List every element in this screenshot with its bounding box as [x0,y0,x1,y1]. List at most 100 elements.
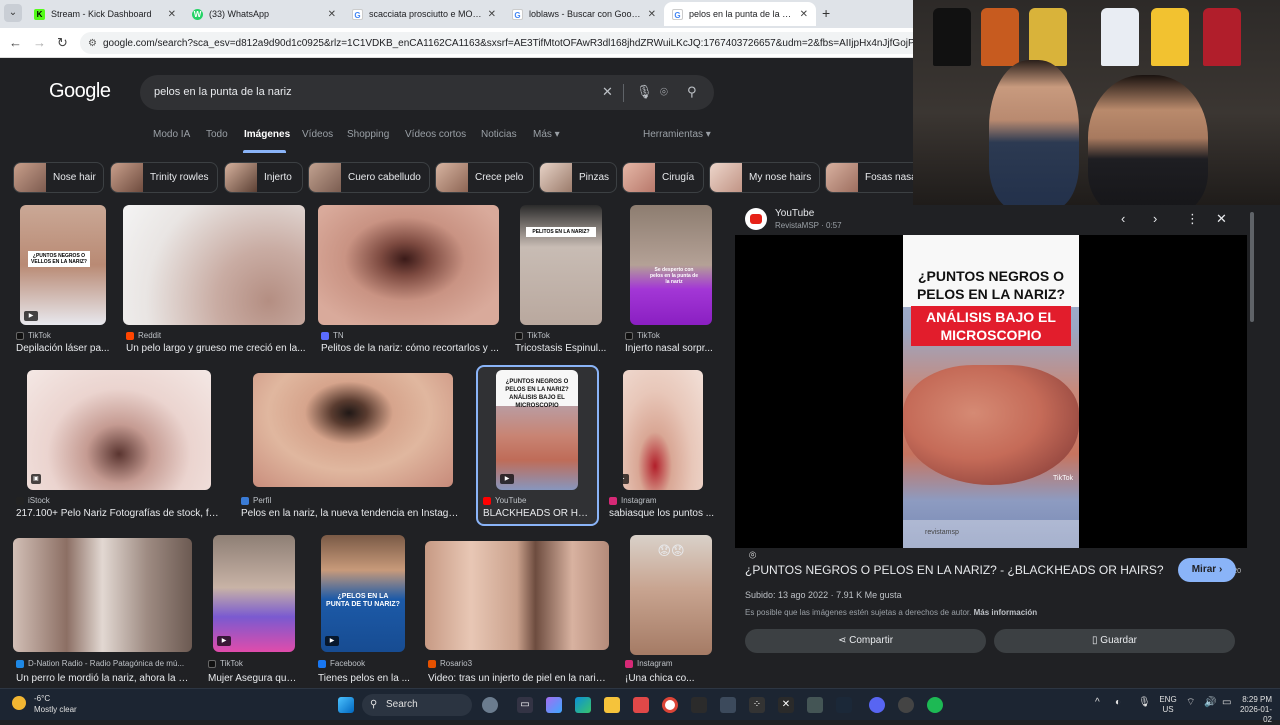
browser-tab-whatsapp[interactable]: W (33) WhatsApp ✕ [184,2,344,26]
microphone-icon[interactable]: 🎙 [636,84,653,100]
new-tab-icon[interactable]: + [822,5,830,21]
result-title[interactable]: 217.100+ Pelo Nariz Fotografías de stock… [16,508,221,519]
result-thumbnail[interactable] [123,205,305,325]
search-box[interactable]: pelos en la punta de la nariz ✕ 🎙 ⌾ ⚲ [140,75,714,110]
tab-close-icon[interactable]: ✕ [800,9,808,20]
copilot-icon[interactable] [546,697,562,713]
result-thumbnail[interactable] [425,541,609,650]
result-title[interactable]: Un pelo largo y grueso me creció en la..… [126,343,306,354]
chip-crece-pelo[interactable]: Crece pelo [435,162,534,193]
taskbar-search[interactable]: ⚲ Search [362,694,472,716]
spotify-icon[interactable] [927,697,943,713]
address-bar[interactable]: ⚙ google.com/search?sca_esv=d812a9d90d1c… [80,32,913,54]
volume-icon[interactable]: 🔊 [1204,698,1216,708]
show-hidden-icons[interactable]: ^ [1095,698,1100,708]
tab-modo-ia[interactable]: Modo IA [153,129,190,140]
result-title[interactable]: Pelitos de la nariz: cómo recortarlos y … [321,343,501,354]
chip-pinzas[interactable]: Pinzas [539,162,617,193]
capcut-icon[interactable]: ✕ [778,697,794,713]
preview-scrollbar[interactable] [1250,212,1254,322]
tab-shopping[interactable]: Shopping [347,129,389,140]
steam-icon[interactable] [836,697,852,713]
site-info-icon[interactable]: ⚙ [88,38,97,49]
chrome-icon[interactable] [662,697,678,713]
tab-close-icon[interactable]: ✕ [328,9,336,20]
tab-close-icon[interactable]: ✕ [488,9,496,20]
result-title[interactable]: Video: tras un injerto de piel en la nar… [428,673,608,684]
language-indicator[interactable]: ENG US [1158,695,1178,715]
microphone-icon[interactable]: 🎙 [1138,698,1151,708]
lens-search-icon[interactable]: ⌾ [749,548,765,564]
tools-button[interactable]: Herramientas ▾ [643,129,711,140]
lens-icon[interactable]: ⌾ [660,84,668,100]
forward-icon[interactable]: → [33,35,46,50]
chip-injerto[interactable]: Injerto [224,162,303,193]
tab-noticias[interactable]: Noticias [481,129,517,140]
chip-cirugia[interactable]: Cirugía [622,162,704,193]
clock[interactable]: 8:29 PM 2026-01-02 [1236,695,1272,725]
file-explorer-icon[interactable] [604,697,620,713]
app-icon[interactable] [720,697,736,713]
share-button[interactable]: ⋖ Compartir [745,629,986,653]
result-thumbnail[interactable] [13,538,192,652]
tab-videos-cortos[interactable]: Vídeos cortos [405,129,466,140]
chip-nose-hair[interactable]: Nose hair [13,162,104,193]
result-title[interactable]: Tricostasis Espinul... [515,343,607,354]
browser-tab-prosciutto[interactable]: G scacciata prosciutto e MOZZAR... ✕ [344,2,504,26]
result-title[interactable]: Pelos en la nariz, la nueva tendencia en… [241,508,459,519]
discord-icon[interactable] [869,697,885,713]
chip-my-nose-hairs[interactable]: My nose hairs [709,162,820,193]
result-title[interactable]: Un perro le mordió la nariz, ahora la c.… [16,673,190,684]
result-thumbnail[interactable]: ¿PELOS EN LA PUNTA DE TU NARIZ? ▶ [321,535,405,652]
tab-close-icon[interactable]: ✕ [648,9,656,20]
start-icon[interactable] [338,697,354,713]
tab-imagenes[interactable]: Imágenes [244,129,290,140]
tab-close-icon[interactable]: ✕ [168,9,176,20]
back-icon[interactable]: ← [9,35,22,50]
next-icon[interactable]: › [1153,211,1157,226]
result-thumbnail[interactable] [253,373,453,487]
task-view-icon[interactable]: ▭ [517,697,533,713]
chip-trinity-rowles[interactable]: Trinity rowles [110,162,218,193]
result-title[interactable]: BLACKHEADS OR HA... [483,508,591,519]
browser-tab-active-search[interactable]: G pelos en la punta de la nariz - B... ✕ [664,2,816,26]
clear-icon[interactable]: ✕ [602,84,613,100]
google-logo[interactable]: Google [49,80,111,103]
search-query[interactable]: pelos en la punta de la nariz [154,86,292,98]
preview-title[interactable]: ¿PUNTOS NEGROS O PELOS EN LA NARIZ? - ¿B… [745,563,1164,577]
obs-icon[interactable] [898,697,914,713]
previous-icon[interactable]: ‹ [1121,211,1125,226]
result-title[interactable]: ¡Una chica co... [625,673,717,684]
reload-icon[interactable]: ↻ [57,35,68,51]
browser-tab-kick[interactable]: K Stream - Kick Dashboard ✕ [26,2,184,26]
tab-search-menu-icon[interactable]: ⌄ [4,4,22,22]
result-title[interactable]: sabiasque los puntos ... [609,508,715,519]
tab-videos[interactable]: Vídeos [302,129,333,140]
result-title[interactable]: Injerto nasal sorpr... [625,343,717,354]
result-thumbnail[interactable] [318,205,499,325]
result-thumbnail[interactable]: ▶ [213,535,295,652]
tab-mas[interactable]: Más ▾ [533,129,560,140]
app-icon[interactable] [807,697,823,713]
more-options-icon[interactable]: ⋮ [1186,211,1199,227]
aliens-app-icon[interactable] [482,697,498,713]
search-icon[interactable]: ⚲ [687,84,697,100]
result-title[interactable]: Mujer Asegura que... [208,673,300,684]
result-thumbnail[interactable]: ▶ [623,370,703,490]
result-thumbnail[interactable]: ¿PUNTOS NEGROS O PELOS EN LA NARIZ? ANÁL… [496,370,578,490]
result-thumbnail[interactable]: ▣ [27,370,211,490]
close-preview-icon[interactable]: ✕ [1216,211,1227,227]
chip-cuero-cabelludo[interactable]: Cuero cabelludo [308,162,430,193]
visit-button[interactable]: Mirar › [1178,558,1236,582]
result-title[interactable]: Tienes pelos en la ... [318,673,410,684]
app-icon[interactable] [633,697,649,713]
battery-icon[interactable]: ▭ [1222,698,1231,708]
preview-image-area[interactable]: ¿PUNTOS NEGROS O PELOS EN LA NARIZ? ANÁL… [735,235,1247,575]
result-thumbnail[interactable]: PELITOS EN LA NARIZ? [520,205,602,325]
store-icon[interactable] [691,697,707,713]
edge-icon[interactable] [575,697,591,713]
app-tray-icon[interactable]: ◐ [1115,698,1121,708]
result-title[interactable]: Depilación láser pa... [16,343,110,354]
result-thumbnail[interactable]: Se desperto con pelos en la punta de la … [630,205,712,325]
more-info-link[interactable]: Más información [974,608,1038,617]
